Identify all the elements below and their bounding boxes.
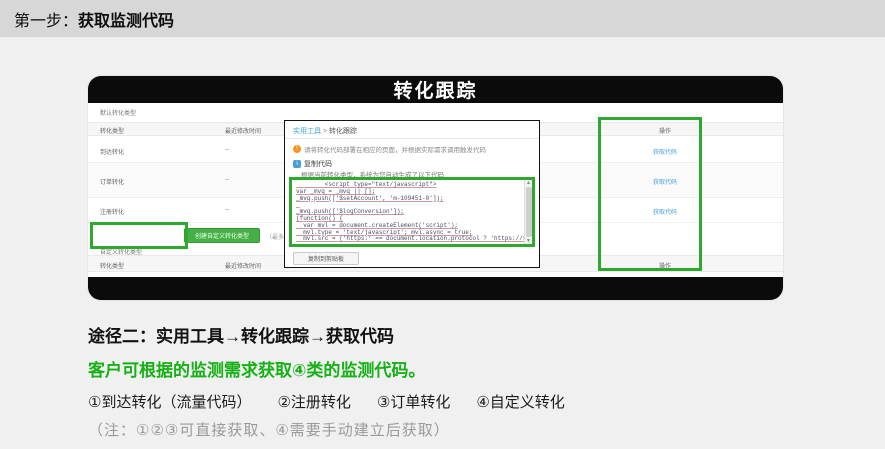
green-note: 客户可根据的监测需求获取④类的监测代码。 (88, 356, 808, 381)
row-type: 订单转化 (100, 177, 124, 186)
col-type: 转化类型 (100, 261, 124, 270)
col-modified: 最近修改时间 (225, 126, 261, 135)
get-code-link[interactable]: 获取代码 (633, 207, 697, 216)
divider (285, 138, 539, 139)
step-title: 获取监测代码 (78, 7, 174, 31)
warning-row: ! 请将转化代码部署在相应的页面，并根据实际需求调用触发代码 (293, 144, 486, 154)
row-modified: -- (225, 177, 229, 183)
breadcrumb-tools[interactable]: 实用工具 (293, 128, 321, 135)
warning-text: 请将转化代码部署在相应的页面，并根据实际需求调用触发代码 (304, 144, 486, 154)
default-types-label: 默认转化类型 (100, 108, 136, 117)
card-header: 转化跟踪 (88, 76, 783, 103)
card-title: 转化跟踪 (393, 76, 477, 103)
step-title-prefix: 第一步： (14, 7, 78, 31)
type-register: ②注册转化 (277, 391, 350, 412)
annotation-block: 途径二：实用工具→转化跟踪→获取代码 客户可根据的监测需求获取④类的监测代码。 … (88, 322, 808, 440)
create-custom-type-button[interactable]: 创建自定义转化类型 (184, 228, 260, 243)
code-line: mvl.src = ('https:' == document.location… (296, 236, 522, 243)
row-type: 到达转化 (100, 147, 124, 156)
path-title: 途径二：实用工具→转化跟踪→获取代码 (88, 322, 808, 347)
get-code-link[interactable]: 获取代码 (633, 147, 697, 156)
breadcrumb-current: 转化跟踪 (329, 128, 357, 135)
card-footer (88, 277, 783, 300)
copy-code-row: i 复制代码 (293, 159, 332, 169)
scroll-up-icon[interactable]: ▲ (526, 180, 531, 186)
get-code-modal: 实用工具 > 转化跟踪 ! 请将转化代码部署在相应的页面，并根据实际需求调用触发… (284, 120, 540, 268)
copy-code-title: 复制代码 (304, 159, 332, 169)
get-code-link[interactable]: 获取代码 (633, 177, 697, 186)
note-line: （注：①②③可直接获取、④需要手动建立后获取） (88, 419, 808, 440)
page: 第一步：获取监测代码 转化跟踪 默认转化类型 转化类型 最近修改时间 操作 到达… (0, 0, 885, 449)
scroll-down-icon[interactable]: ▼ (526, 238, 531, 244)
row-modified: -- (225, 207, 229, 213)
scrollbar[interactable]: ▲ ▼ (524, 180, 532, 244)
code-line: _mvq.push(['$setAccount', 'm-109451-0'])… (296, 196, 522, 203)
tracking-code[interactable]: <script type="text/javascript"> var _mvq… (292, 180, 524, 244)
warning-icon: ! (293, 145, 301, 153)
conversion-types-line: ①到达转化（流量代码） ②注册转化 ③订单转化 ④自定义转化 (88, 391, 808, 412)
step-title-bar: 第一步：获取监测代码 (0, 0, 885, 37)
info-icon: i (293, 160, 301, 168)
col-type: 转化类型 (100, 126, 124, 135)
col-action: 操作 (633, 126, 697, 135)
col-modified: 最近修改时间 (225, 261, 261, 270)
row-type: 注册转化 (100, 207, 124, 216)
copy-to-clipboard-button[interactable]: 复制到剪贴板 (293, 252, 359, 265)
row-modified: -- (225, 147, 229, 153)
breadcrumb-separator: > (321, 128, 329, 135)
tracking-code-box: <script type="text/javascript"> var _mvq… (289, 177, 535, 247)
type-arrival: ①到达转化（流量代码） (88, 391, 251, 412)
type-order: ③订单转化 (377, 391, 450, 412)
type-custom: ④自定义转化 (476, 391, 564, 412)
col-action: 操作 (633, 261, 697, 270)
scrollbar-thumb[interactable] (526, 187, 532, 237)
breadcrumb: 实用工具 > 转化跟踪 (293, 126, 357, 136)
